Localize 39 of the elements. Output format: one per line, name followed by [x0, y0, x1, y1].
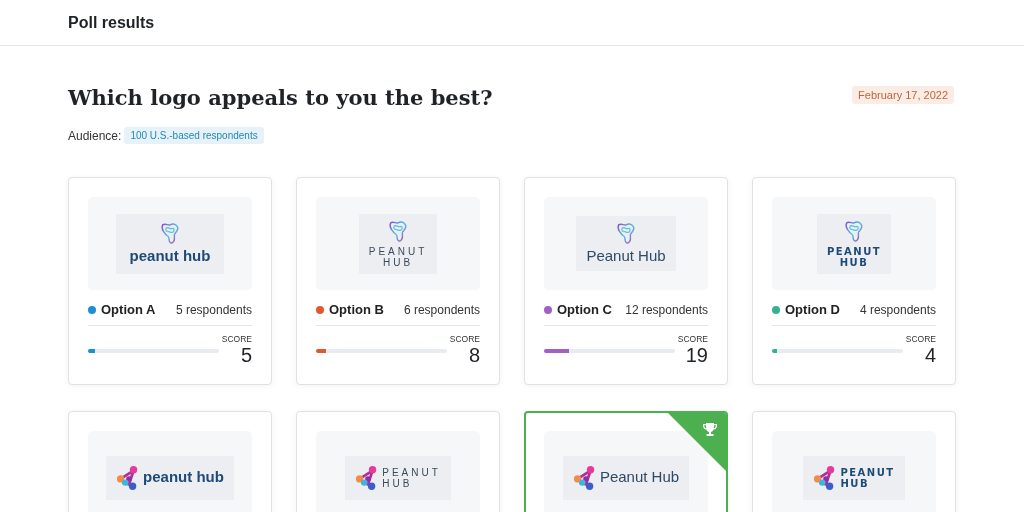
logo-wordmark: PEANUT: [368, 245, 428, 257]
score-value: 8: [468, 344, 480, 366]
audience-label: Audience:: [68, 128, 122, 143]
page-title: Poll results: [68, 13, 155, 32]
score-value: 4: [924, 344, 936, 366]
squiggle-logo-icon: [387, 219, 409, 244]
logo-wordmark: peanut hub: [143, 469, 224, 486]
option-name: Option B: [329, 302, 384, 317]
respondent-count: 6 respondents: [403, 302, 480, 317]
option-name: Option C: [557, 302, 612, 317]
logo-wordmark: HUB: [382, 256, 414, 268]
squiggle-logo-icon: [615, 222, 637, 247]
option-name: Option A: [101, 302, 156, 317]
molecule-logo-icon: [572, 464, 597, 491]
logo-wordmark: PEANUT: [826, 245, 882, 257]
score-label: SCORE: [221, 334, 252, 344]
respondent-count: 4 respondents: [859, 302, 936, 317]
audience-tag: 100 U.S.-based respondents: [124, 127, 264, 144]
trophy-icon: [702, 422, 718, 438]
option-name: Option D: [785, 302, 840, 317]
respondent-count: 5 respondents: [175, 302, 252, 317]
logo-wordmark: HUB: [839, 256, 869, 268]
score-value: 19: [685, 344, 708, 366]
squiggle-logo-icon: [159, 222, 181, 247]
logo-wordmark: Peanut Hub: [599, 469, 680, 486]
score-value: 5: [240, 344, 252, 366]
logo-wordmark: PEANUT: [382, 466, 441, 478]
squiggle-logo-icon: [843, 219, 865, 244]
logo-wordmark: HUB: [382, 477, 413, 489]
logo-wordmark: peanut hub: [129, 248, 211, 265]
score-label: SCORE: [677, 334, 708, 344]
logo-wordmark: PEANUT: [840, 466, 895, 478]
score-label: SCORE: [449, 334, 480, 344]
logo-wordmark: Peanut Hub: [586, 248, 666, 265]
score-label: SCORE: [905, 334, 936, 344]
respondent-count: 12 respondents: [625, 302, 708, 317]
poll-date: February 17, 2022: [852, 86, 954, 104]
logo-wordmark: HUB: [840, 477, 869, 489]
poll-question: Which logo appeals to you the best?: [68, 84, 493, 112]
